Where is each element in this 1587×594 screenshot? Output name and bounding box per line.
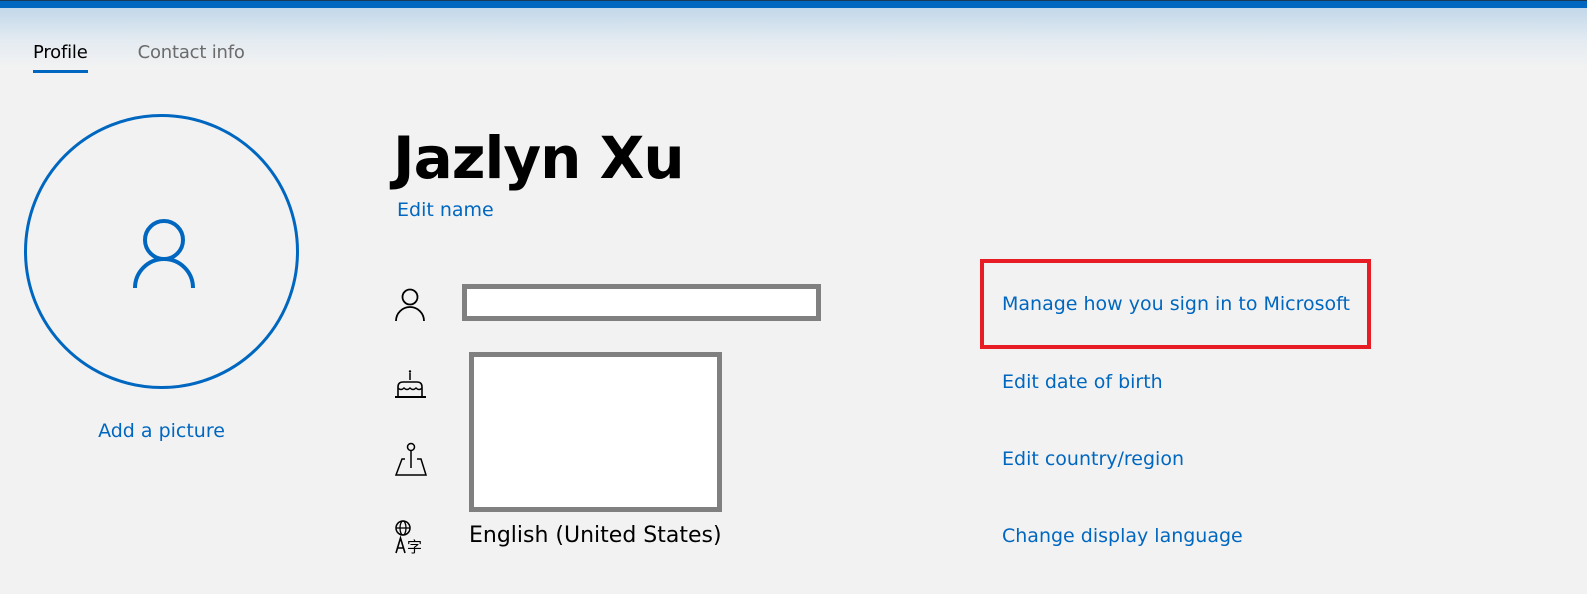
dob-country-field-redacted [469,352,722,512]
add-picture-link[interactable]: Add a picture [0,420,323,442]
avatar[interactable] [24,114,299,389]
person-icon [395,288,425,322]
user-display-name: Jazlyn Xu [393,124,685,192]
tab-profile[interactable]: Profile [33,42,88,73]
change-display-language-link[interactable]: Change display language [1002,525,1243,547]
edit-date-of-birth-link[interactable]: Edit date of birth [1002,371,1163,393]
edit-country-region-link[interactable]: Edit country/region [1002,448,1184,470]
language-icon: 字 [395,520,422,555]
birthday-cake-icon [395,370,426,398]
display-language-value: English (United States) [469,523,722,548]
manage-signin-link[interactable]: Manage how you sign in to Microsoft [1002,293,1350,315]
profile-tabs: Profile Contact info [33,42,295,73]
location-pin-icon [394,442,428,476]
tab-contact-info[interactable]: Contact info [138,42,245,71]
account-email-field-redacted [462,284,821,321]
edit-name-link[interactable]: Edit name [397,199,494,221]
window-top-bar [0,0,1587,8]
person-icon [133,219,195,289]
svg-text:字: 字 [407,538,422,555]
